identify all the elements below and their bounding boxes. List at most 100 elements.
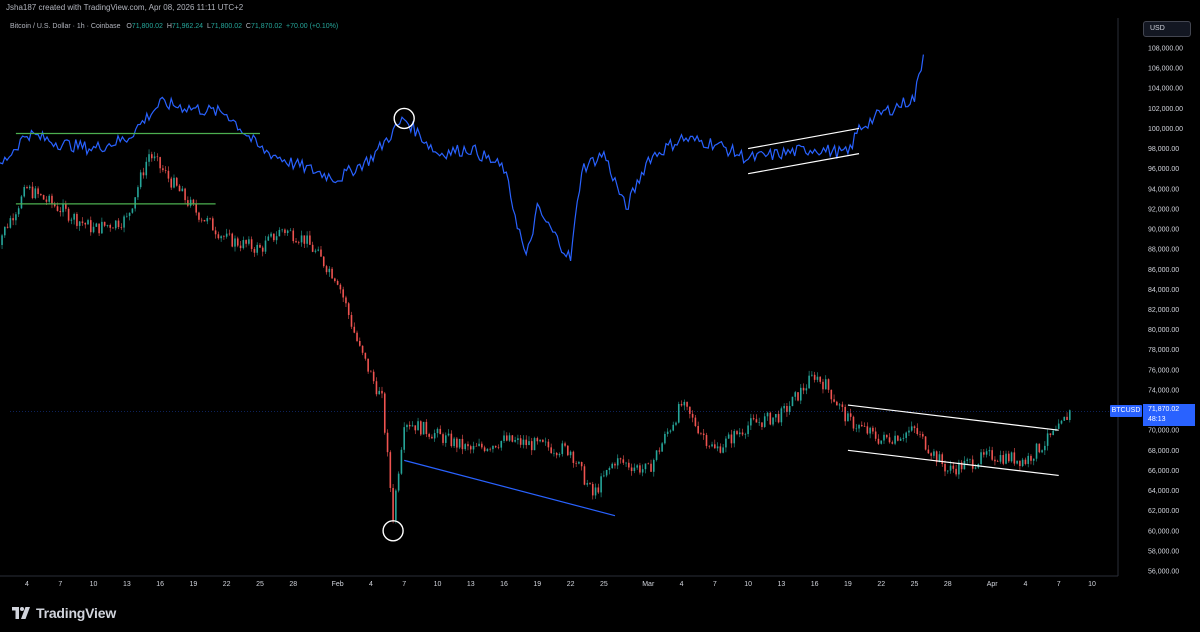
candle-body — [220, 236, 222, 239]
candle-body — [591, 483, 594, 496]
candle-body — [458, 438, 461, 448]
open-value: 71,800.02 — [131, 23, 163, 30]
candle-body — [949, 465, 952, 471]
candle-body — [758, 422, 760, 423]
candle-body — [295, 241, 297, 243]
candle-body — [425, 421, 428, 435]
time-tick-label: 4 — [680, 581, 684, 588]
candle-body — [328, 268, 331, 273]
candle-body — [508, 435, 511, 441]
candle-body — [367, 358, 369, 372]
candle-body — [1016, 460, 1018, 464]
candle-body — [852, 416, 855, 429]
time-tick-label: 19 — [190, 581, 198, 588]
candle-body — [347, 303, 350, 316]
candle-body — [525, 439, 528, 446]
candle-body — [586, 483, 589, 485]
candle-body — [442, 434, 444, 443]
candle-body — [303, 235, 306, 244]
change-value: +70.00 (+0.10%) — [286, 23, 339, 30]
candle-body — [827, 379, 830, 390]
candle-body — [403, 427, 405, 450]
time-tick-label: 13 — [777, 581, 785, 588]
annotation-circle — [393, 107, 415, 130]
candle-body — [630, 467, 633, 472]
candle-body — [231, 233, 234, 247]
price-tick-label: 100,000.00 — [1148, 126, 1183, 133]
candle-body — [722, 447, 724, 453]
candle-body — [433, 433, 436, 439]
candle-body — [913, 426, 916, 429]
currency-button[interactable]: USD — [1143, 21, 1191, 37]
candle-body — [139, 172, 142, 188]
candle-body — [120, 227, 123, 228]
candle-body — [650, 463, 652, 472]
candle-body — [372, 371, 375, 382]
candle-body — [189, 199, 192, 206]
candle-body — [486, 448, 489, 452]
candle-body — [281, 229, 283, 231]
price-tag-countdown: 48:13 — [1148, 416, 1166, 423]
candle-body — [517, 438, 519, 440]
candle-body — [386, 432, 389, 453]
chart-canvas[interactable]: 108,000.00 106,000.00 104,000.00 102,000.00… — [0, 0, 1200, 632]
candle-body — [500, 440, 503, 448]
candle-body — [1066, 416, 1068, 420]
candle-body — [680, 404, 683, 406]
candle-body — [334, 278, 336, 281]
price-tick-label: 58,000.00 — [1148, 548, 1179, 555]
candle-body — [297, 242, 300, 243]
candle-body — [361, 345, 364, 353]
candle-body — [187, 200, 189, 206]
candle-body — [861, 425, 863, 427]
candle-body — [453, 438, 455, 447]
candle-body — [583, 466, 586, 485]
candle-body — [311, 244, 314, 252]
candle-body — [472, 445, 475, 450]
candle-body — [675, 422, 677, 425]
candle-body — [996, 461, 999, 462]
candle-body — [969, 459, 971, 461]
candle-body — [824, 379, 827, 390]
candle-body — [456, 438, 458, 448]
time-tick-label: 4 — [369, 581, 373, 588]
candle-body — [395, 490, 397, 521]
candle-body — [899, 438, 902, 441]
candle-body — [530, 441, 533, 451]
candle-body — [98, 223, 100, 234]
footer — [0, 596, 1200, 632]
candle-body — [941, 454, 944, 465]
candle-body — [700, 433, 702, 434]
candle-body — [955, 468, 957, 475]
symbol-legend[interactable]: Bitcoin / U.S. Dollar · 1h · Coinbase O7… — [10, 23, 338, 30]
candle-body — [478, 443, 480, 447]
high-value: 71,962.24 — [171, 23, 204, 30]
candle-body — [686, 401, 688, 407]
candle-body — [248, 239, 250, 244]
candle-body — [23, 186, 26, 197]
candle-body — [780, 408, 783, 423]
candle-body — [364, 352, 367, 359]
tradingview-logo[interactable]: TradingView — [12, 605, 116, 621]
candle-body — [112, 227, 114, 229]
candle-body — [397, 473, 400, 491]
candle-body — [450, 433, 453, 447]
candle-body — [212, 218, 214, 231]
candle-body — [877, 438, 880, 444]
candle-body — [788, 406, 791, 412]
candle-body — [256, 244, 258, 253]
candle-body — [214, 230, 217, 235]
candle-body — [802, 387, 805, 391]
candle-body — [558, 453, 561, 456]
candle-body — [639, 465, 641, 473]
candle-body — [128, 212, 131, 216]
candle-body — [106, 225, 109, 226]
overlay-line — [0, 54, 924, 262]
candle-body — [869, 427, 871, 434]
candle-body — [306, 235, 308, 244]
candle-body — [811, 374, 813, 376]
candle-body — [4, 226, 6, 236]
candle-body — [652, 459, 655, 472]
candle-body — [888, 437, 891, 443]
candle-body — [589, 483, 591, 484]
